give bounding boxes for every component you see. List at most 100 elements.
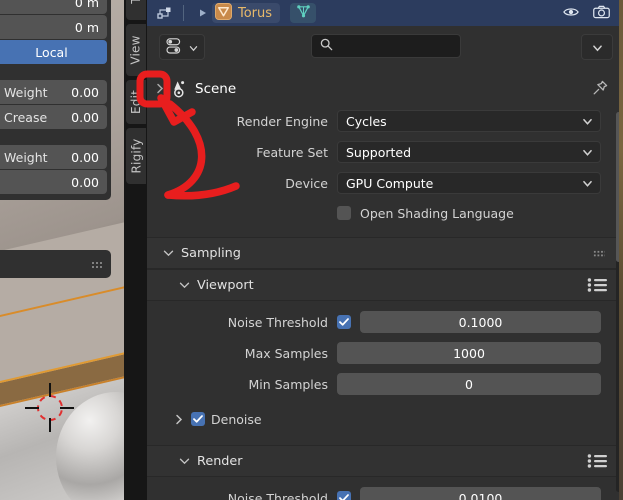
render-noise-threshold-checkbox[interactable]: [337, 491, 351, 500]
breadcrumb-mesh-item[interactable]: [290, 3, 317, 23]
panel-title-sampling: Sampling: [181, 245, 241, 261]
viewport-3d[interactable]: 0 m 0 m Local Weight 0.00 Crease 0.00 We…: [0, 0, 124, 500]
n-panel-label: Weight: [4, 149, 48, 165]
viewport-noise-threshold-row: Noise Threshold 0.1000: [147, 309, 623, 335]
chevron-down-icon: [582, 114, 593, 129]
chevron-down-icon: [582, 145, 593, 160]
feature-set-value: Supported: [346, 144, 412, 160]
properties-breadcrumb-bar: Torus: [147, 0, 623, 26]
n-panel-local-toggle[interactable]: Local: [0, 40, 107, 64]
chevron-down-icon: [189, 40, 198, 55]
render-engine-row: Render Engine Cycles: [147, 108, 623, 134]
sidebar-tab-edit[interactable]: Edit: [126, 80, 146, 124]
3d-cursor-crosshair-left: [25, 407, 39, 409]
editor-edge-right: [619, 0, 623, 500]
n-panel-field-row[interactable]: 0 m: [0, 15, 107, 39]
viewport-min-samples-label: Min Samples: [248, 376, 328, 392]
sidebar-tab-label: View: [129, 35, 143, 65]
breadcrumb-divider: [183, 5, 184, 21]
n-panel-value: 0 m: [74, 19, 99, 35]
properties-content: Render Engine Cycles Feature Set Support…: [147, 108, 623, 500]
camera-icon[interactable]: [593, 5, 610, 22]
render-noise-threshold-value[interactable]: 0.0100: [360, 487, 601, 500]
viewport-noise-threshold-checkbox[interactable]: [337, 315, 351, 329]
properties-options-button[interactable]: [581, 34, 613, 60]
breadcrumb-object-item[interactable]: Torus: [212, 3, 281, 23]
sidebar-tab-label: Edit: [129, 89, 144, 115]
n-panel-field-row[interactable]: Weight 0.00: [0, 80, 107, 104]
preset-list-icon[interactable]: [587, 453, 609, 469]
viewport-noise-threshold-value[interactable]: 0.1000: [360, 311, 601, 333]
mesh-data-icon: [296, 4, 311, 22]
viewport-max-samples-row: Max Samples 1000: [147, 340, 623, 366]
n-panel-label: Weight: [4, 84, 48, 100]
sidebar-tab-rigify[interactable]: Rigify: [126, 128, 146, 184]
device-dropdown[interactable]: GPU Compute: [337, 172, 601, 194]
feature-set-dropdown[interactable]: Supported: [337, 141, 601, 163]
open-shading-language-label: Open Shading Language: [360, 205, 514, 221]
3d-cursor-crosshair-top: [49, 383, 51, 397]
topbar-right-icons: [563, 5, 610, 22]
panel-header-viewport[interactable]: Viewport: [147, 269, 623, 301]
scene-breadcrumb-row: Scene: [147, 70, 623, 106]
n-panel-field-row[interactable]: 0.00: [0, 170, 107, 194]
osl-row: Open Shading Language: [147, 201, 623, 225]
properties-header: [147, 26, 623, 66]
open-shading-language-checkbox[interactable]: [337, 206, 351, 220]
chevron-down-icon: [592, 40, 603, 55]
sidebar-tab-tool[interactable]: T: [126, 0, 146, 20]
feature-set-row: Feature Set Supported: [147, 139, 623, 165]
n-panel-field-row[interactable]: 0 m: [0, 0, 107, 14]
viewport-tool-tabs[interactable]: T View Edit Rigify: [124, 0, 147, 500]
preset-list-icon[interactable]: [587, 277, 609, 293]
chevron-down-icon: [177, 457, 191, 465]
breadcrumb-object-name: Torus: [238, 5, 273, 21]
denoise-checkbox[interactable]: [191, 412, 205, 426]
render-engine-label: Render Engine: [236, 113, 328, 129]
filter-toggle-button[interactable]: [159, 34, 205, 60]
sidebar-tab-label: T: [129, 0, 143, 4]
n-panel-spacer: [0, 65, 107, 79]
denoise-label: Denoise: [211, 411, 262, 427]
chevron-down-icon: [582, 176, 593, 191]
device-label: Device: [285, 175, 328, 191]
n-panel-value: 0.00: [71, 149, 99, 165]
device-value: GPU Compute: [346, 175, 434, 191]
chevron-down-icon: [177, 281, 191, 289]
viewport-min-samples-value[interactable]: 0: [337, 373, 601, 395]
object-properties-icon[interactable]: [153, 3, 177, 23]
n-panel-field-row[interactable]: Weight 0.00: [0, 145, 107, 169]
play-arrow-icon[interactable]: [194, 8, 212, 18]
render-noise-threshold-row: Noise Threshold 0.0100: [147, 485, 623, 500]
denoise-row: Denoise: [147, 407, 623, 431]
viewport-max-samples-label: Max Samples: [244, 345, 328, 361]
n-panel-value: 0.00: [71, 109, 99, 125]
pin-icon[interactable]: [591, 79, 609, 97]
viewport-min-samples-row: Min Samples 0: [147, 371, 623, 397]
panel-title-viewport: Viewport: [197, 277, 254, 293]
n-panel-spacer: [0, 130, 107, 144]
search-input[interactable]: [311, 34, 461, 58]
eye-icon[interactable]: [563, 6, 579, 21]
panel-body-viewport: Noise Threshold 0.1000 Max Samples 1000 …: [147, 301, 623, 445]
render-noise-threshold-label: Noise Threshold: [227, 490, 328, 500]
panel-header-render[interactable]: Render: [147, 445, 623, 477]
chevron-down-icon: [161, 249, 175, 257]
sidebar-tab-label: Rigify: [129, 138, 144, 174]
viewport-max-samples-value[interactable]: 1000: [337, 342, 601, 364]
sidebar-tab-view[interactable]: View: [126, 24, 146, 76]
chevron-right-icon[interactable]: [175, 414, 183, 425]
filter-toggle-icon: [166, 37, 186, 58]
3d-cursor-crosshair-bottom: [49, 418, 51, 432]
grip-dots-icon: [593, 250, 605, 257]
blender-window: 0 m 0 m Local Weight 0.00 Crease 0.00 We…: [0, 0, 623, 500]
search-icon: [320, 38, 333, 54]
breadcrumb-collapse-chevron-icon[interactable]: [154, 81, 166, 95]
panel-header-sampling[interactable]: Sampling: [147, 237, 623, 269]
n-panel-collapsed-section[interactable]: [0, 250, 111, 278]
panel-title-render: Render: [197, 453, 243, 469]
n-panel-field-row[interactable]: Crease 0.00: [0, 105, 107, 129]
render-engine-dropdown[interactable]: Cycles: [337, 110, 601, 132]
n-panel-label: Crease: [4, 109, 48, 125]
sidebar-n-panel[interactable]: 0 m 0 m Local Weight 0.00 Crease 0.00 We…: [0, 0, 111, 200]
